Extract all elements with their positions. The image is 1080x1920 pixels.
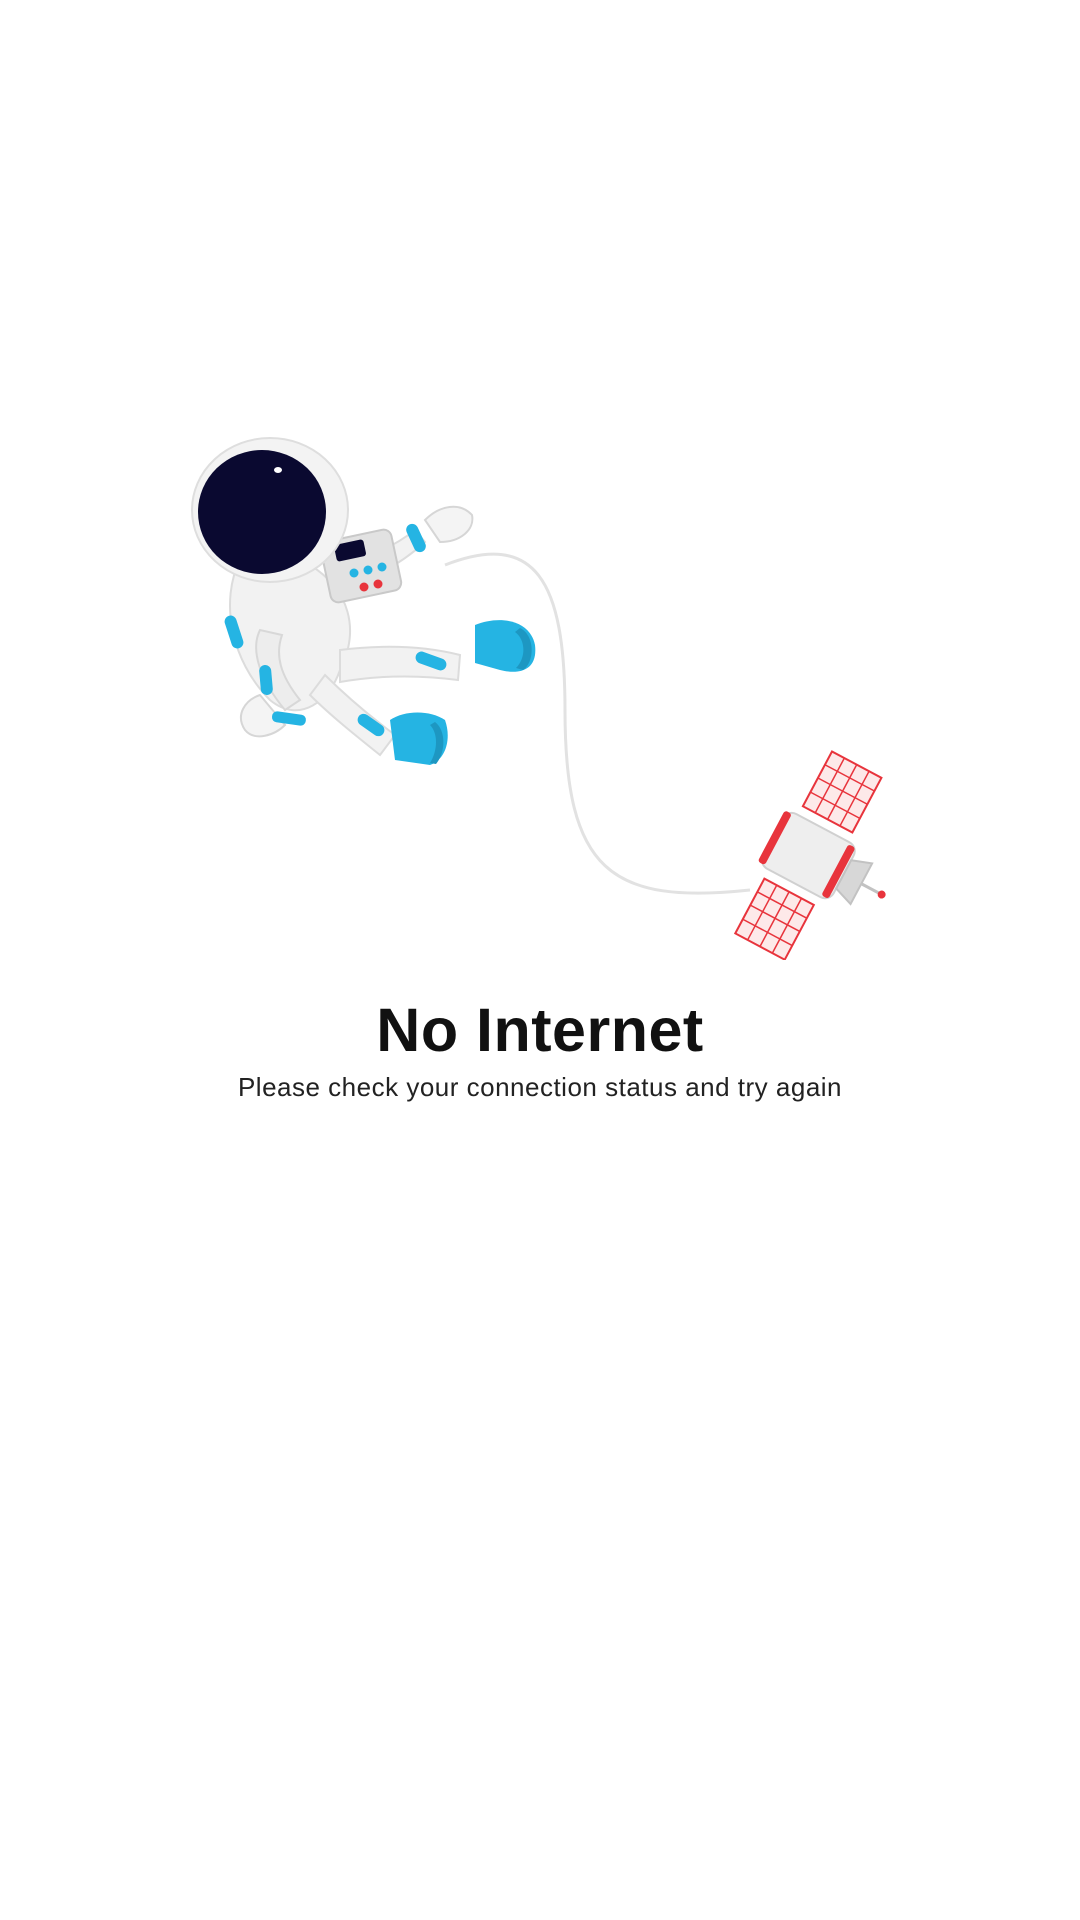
satellite: [733, 750, 886, 960]
page-title: No Internet: [376, 996, 704, 1064]
no-internet-screen: No Internet Please check your connection…: [0, 0, 1080, 1920]
astronaut-figure: [191, 437, 536, 765]
status-message: Please check your connection status and …: [237, 1072, 843, 1102]
astronaut-satellite-illustration: [191, 437, 886, 960]
tether-cable: [444, 552, 751, 895]
